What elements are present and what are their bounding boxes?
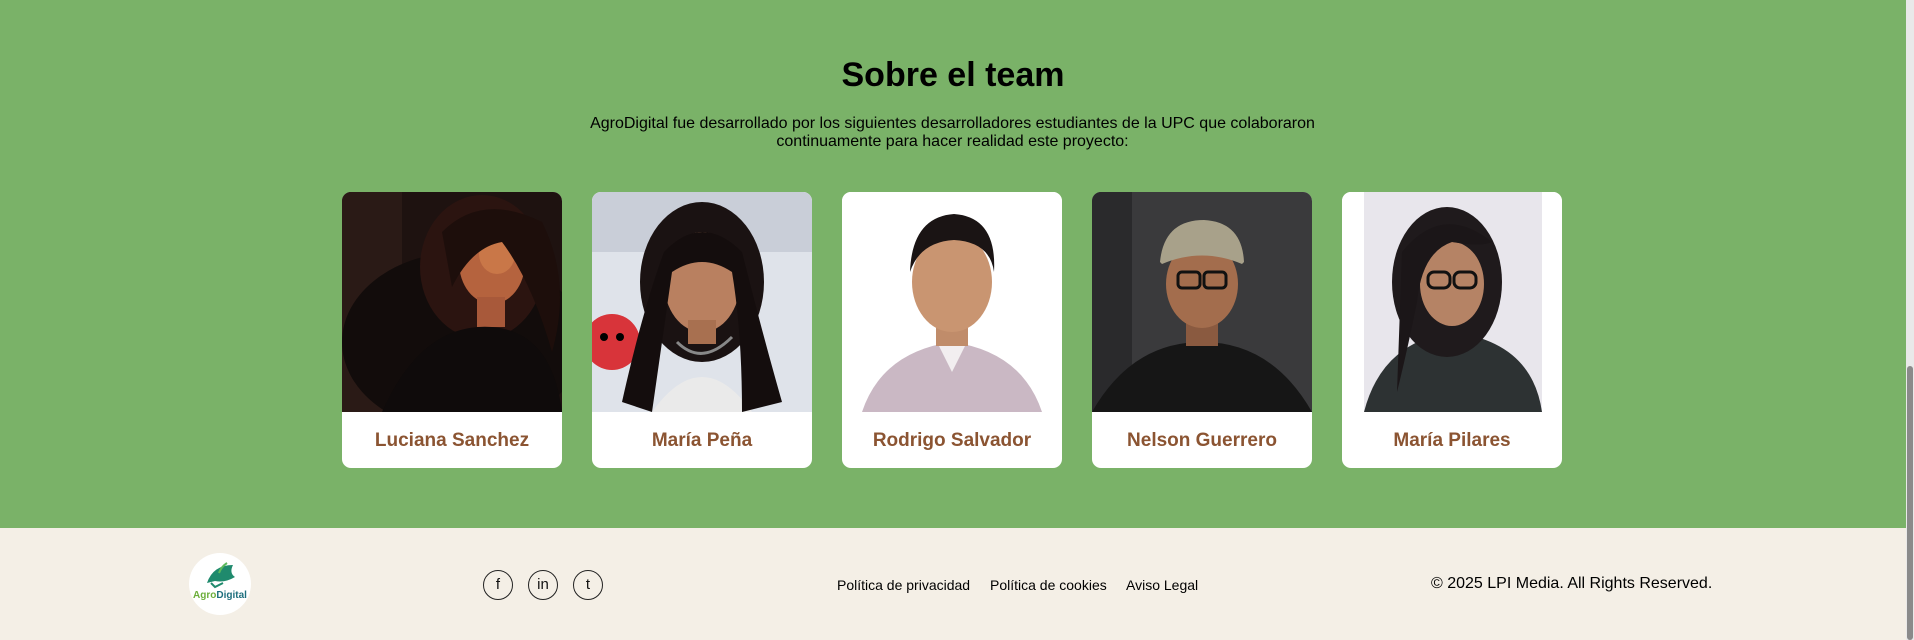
member-photo	[842, 192, 1062, 412]
team-section: Sobre el team AgroDigital fue desarrolla…	[0, 0, 1906, 528]
member-photo	[1092, 192, 1312, 412]
logo-text-digital: Digital	[216, 590, 247, 601]
member-card-luciana[interactable]: Luciana Sanchez	[342, 192, 562, 468]
member-name: Nelson Guerrero	[1127, 430, 1277, 451]
facebook-icon[interactable]: f	[483, 570, 513, 600]
member-name: Rodrigo Salvador	[872, 430, 1032, 451]
member-name: María Pilares	[1393, 430, 1511, 451]
legal-notice-link[interactable]: Aviso Legal	[1126, 577, 1198, 593]
linkedin-icon[interactable]: in	[528, 570, 558, 600]
member-card-maria-pilares[interactable]: María Pilares	[1342, 192, 1562, 468]
scrollbar-thumb[interactable]	[1907, 366, 1913, 640]
logo-text-agro: Agro	[193, 590, 217, 601]
member-card-nelson[interactable]: Nelson Guerrero	[1092, 192, 1312, 468]
member-photo	[1342, 192, 1562, 412]
cookies-policy-link[interactable]: Política de cookies	[990, 577, 1107, 593]
member-name: Luciana Sanchez	[374, 430, 530, 451]
member-card-rodrigo[interactable]: Rodrigo Salvador	[842, 192, 1062, 468]
section-description: AgroDigital fue desarrollado por los sig…	[590, 115, 1315, 150]
member-photo	[342, 192, 562, 412]
twitter-icon[interactable]: t	[573, 570, 603, 600]
member-photo	[592, 192, 812, 412]
section-title: Sobre el team	[841, 56, 1065, 94]
team-cards: Luciana Sanchez María Peña Rodrigo Salva…	[342, 192, 1562, 468]
agrodigital-logo[interactable]: AgroDigital	[189, 553, 251, 615]
member-card-maria-pena[interactable]: María Peña	[592, 192, 812, 468]
copyright-text: © 2025 LPI Media. All Rights Reserved.	[1431, 575, 1713, 592]
privacy-policy-link[interactable]: Política de privacidad	[837, 577, 970, 593]
vertical-scrollbar[interactable]	[1906, 0, 1914, 640]
member-name: María Peña	[651, 430, 753, 451]
